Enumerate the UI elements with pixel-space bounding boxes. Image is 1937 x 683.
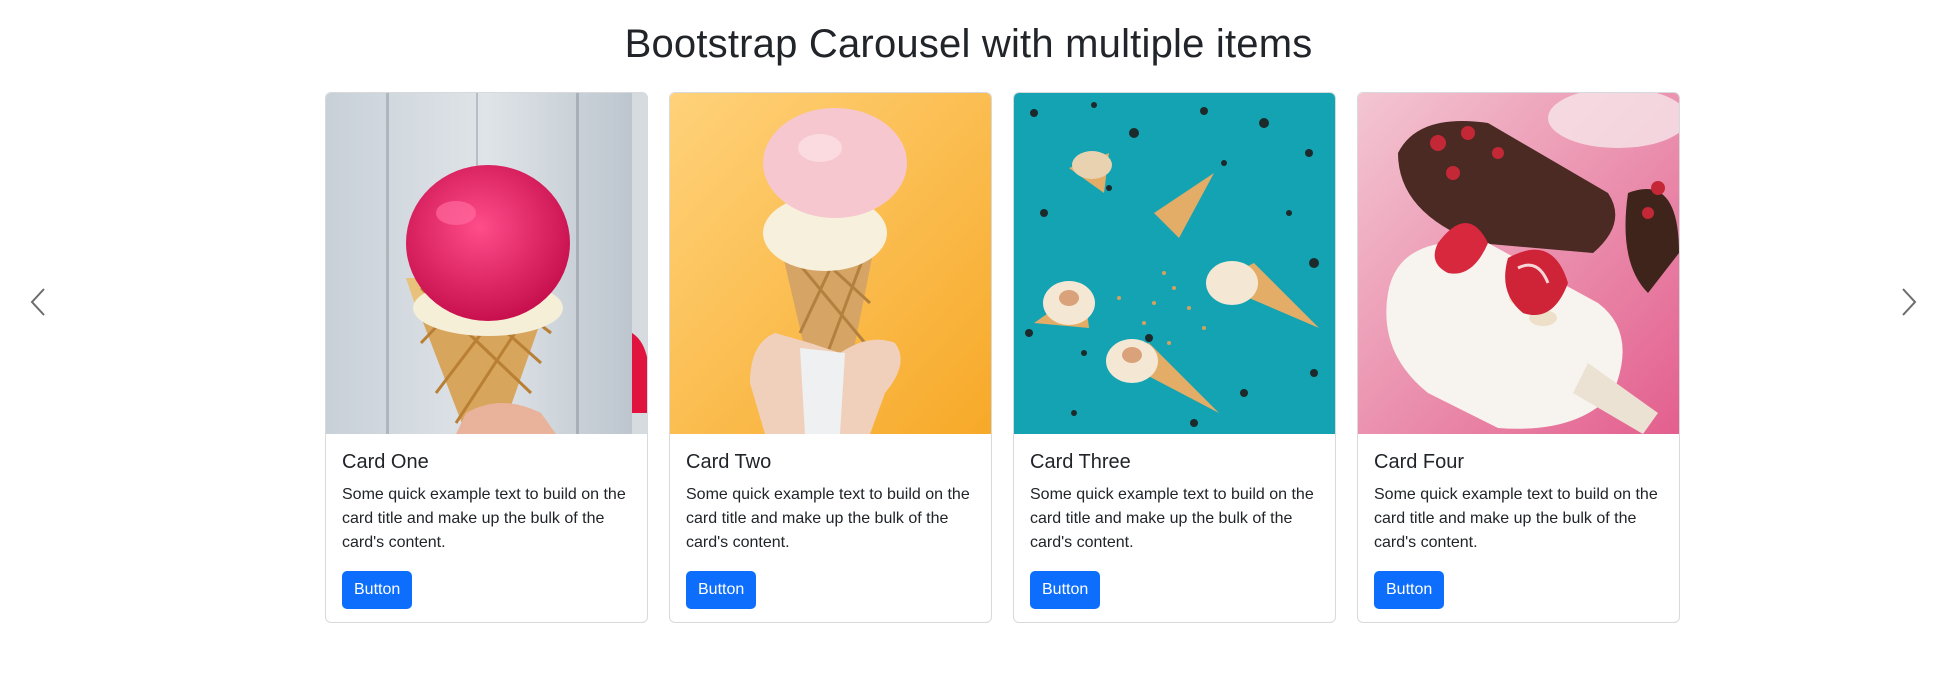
card-two-button[interactable]: Button bbox=[686, 571, 757, 609]
ice-cream-cones-on-teal-image bbox=[1014, 93, 1335, 434]
card-one-button[interactable]: Button bbox=[342, 571, 413, 609]
card-body: Card Four Some quick example text to bui… bbox=[1358, 434, 1679, 609]
carousel-items: Card One Some quick example text to buil… bbox=[325, 92, 1680, 623]
page-title: Bootstrap Carousel with multiple items bbox=[624, 22, 1313, 66]
strawberry-popsicle-image bbox=[1358, 93, 1679, 434]
card-two: Card Two Some quick example text to buil… bbox=[669, 92, 992, 623]
card-title: Card One bbox=[342, 451, 429, 473]
card-title: Card Four bbox=[1374, 451, 1465, 473]
card-four-button[interactable]: Button bbox=[1374, 571, 1445, 609]
card-three-button[interactable]: Button bbox=[1030, 571, 1101, 609]
card-body: Card Three Some quick example text to bu… bbox=[1014, 434, 1335, 609]
card-text: Some quick example text to build on the … bbox=[1030, 486, 1314, 551]
card-one: Card One Some quick example text to buil… bbox=[325, 92, 648, 623]
card-text: Some quick example text to build on the … bbox=[686, 486, 970, 551]
card-three: Card Three Some quick example text to bu… bbox=[1013, 92, 1336, 623]
carousel-prev-button[interactable] bbox=[8, 262, 68, 342]
card-body: Card One Some quick example text to buil… bbox=[326, 434, 647, 609]
pink-ice-cream-cone-image bbox=[326, 93, 647, 434]
hand-holding-ice-cream-cone-image bbox=[670, 93, 991, 434]
carousel-next-button[interactable] bbox=[1879, 262, 1937, 342]
card-four: Card Four Some quick example text to bui… bbox=[1357, 92, 1680, 623]
carousel: Card One Some quick example text to buil… bbox=[0, 92, 1937, 624]
chevron-left-icon bbox=[30, 288, 45, 316]
card-text: Some quick example text to build on the … bbox=[1374, 486, 1658, 551]
page: Bootstrap Carousel with multiple items C… bbox=[0, 0, 1937, 683]
chevron-right-icon bbox=[1902, 288, 1917, 316]
card-title: Card Three bbox=[1030, 451, 1131, 473]
card-text: Some quick example text to build on the … bbox=[342, 486, 626, 551]
card-title: Card Two bbox=[686, 451, 772, 473]
card-body: Card Two Some quick example text to buil… bbox=[670, 434, 991, 609]
